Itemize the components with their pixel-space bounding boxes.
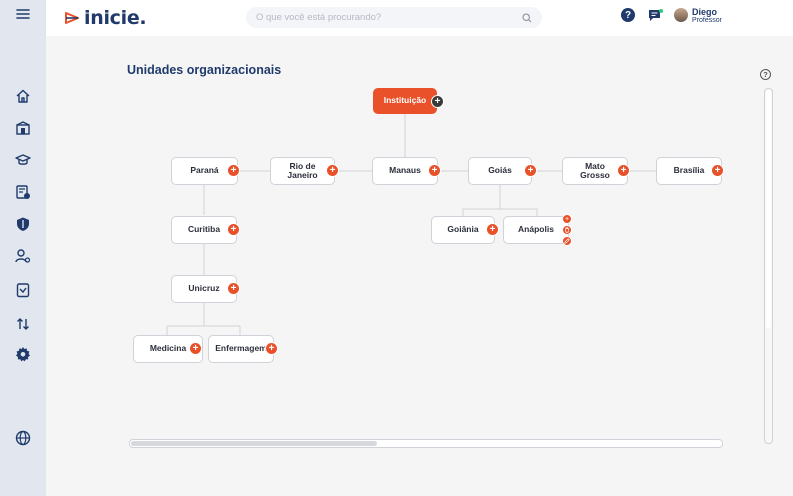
add-unit-button[interactable]: + [486, 223, 499, 236]
trash-icon [565, 227, 569, 233]
school-icon[interactable] [13, 118, 33, 138]
add-unit-button[interactable]: + [562, 214, 572, 224]
edit-icon [564, 238, 570, 244]
logo[interactable]: inicie. [64, 6, 147, 30]
tree-node-anapolis[interactable]: Anápolis [503, 216, 569, 244]
horizontal-scrollbar[interactable] [129, 439, 723, 448]
edit-unit-icon[interactable] [562, 236, 572, 246]
tree-node-label: Mato Grosso [580, 160, 610, 180]
calendar-settings-icon[interactable] [13, 182, 33, 202]
shield-icon[interactable] [13, 214, 33, 234]
topbar: inicie. ? Diego Professor [46, 0, 793, 36]
horizontal-scroll-thumb[interactable] [131, 441, 377, 446]
add-unit-button[interactable]: + [265, 342, 278, 355]
tree-node-label: Rio de Janeiro [287, 160, 318, 180]
user-name[interactable]: Diego [692, 7, 717, 17]
avatar[interactable] [674, 8, 688, 22]
search-input[interactable] [256, 12, 522, 23]
document-icon[interactable] [13, 280, 33, 300]
add-unit-button[interactable]: + [524, 164, 537, 177]
tree-node-label: Instituição [383, 95, 427, 106]
add-unit-button[interactable]: + [227, 164, 240, 177]
help-circle-icon[interactable]: ? [760, 69, 771, 80]
delete-unit-icon[interactable] [562, 225, 572, 235]
search-icon[interactable] [522, 12, 532, 23]
add-unit-button[interactable]: + [227, 223, 240, 236]
gear-icon[interactable] [13, 344, 33, 364]
tree-node-label: Goiânia [447, 224, 479, 235]
sort-arrows-icon[interactable] [13, 314, 33, 334]
vertical-scroll-thumb[interactable] [766, 90, 771, 328]
add-unit-button[interactable]: + [428, 164, 441, 177]
tree-node-root[interactable]: Instituição [373, 88, 437, 114]
tree-node-label: Medicina [149, 343, 187, 354]
add-unit-button[interactable]: + [227, 282, 240, 295]
add-unit-button[interactable]: + [617, 164, 630, 177]
logo-text: inicie. [84, 7, 147, 29]
tree-node-label: Paraná [190, 165, 219, 176]
home-icon[interactable] [13, 86, 33, 106]
chat-notification-icon[interactable] [648, 9, 663, 22]
search-bar [246, 7, 542, 28]
tree-node-label: Manaus [389, 165, 421, 176]
add-unit-button[interactable]: + [189, 342, 202, 355]
tree-node-label: Curitiba [187, 224, 221, 235]
tree-node-label: Brasília [673, 165, 705, 176]
user-role: Professor [692, 17, 722, 24]
add-unit-button[interactable]: + [711, 164, 724, 177]
tree-node-label: Enfermagem [215, 343, 267, 354]
user-settings-icon[interactable] [13, 246, 33, 266]
menu-icon[interactable] [13, 4, 33, 24]
sidebar [0, 0, 46, 496]
graduation-cap-icon[interactable] [13, 150, 33, 170]
vertical-scrollbar[interactable] [764, 88, 773, 444]
tree-node-goias[interactable]: Goiás [468, 157, 532, 185]
add-unit-button[interactable]: + [431, 95, 444, 108]
logo-mark-icon [65, 12, 79, 24]
add-unit-button[interactable]: + [326, 164, 339, 177]
tree-node-label: Goiás [488, 165, 512, 176]
page-title: Unidades organizacionais [127, 63, 282, 77]
tree-node-label: Anápolis [518, 224, 554, 235]
tree-node-label: Unicruz [188, 283, 220, 294]
help-icon[interactable]: ? [621, 8, 635, 22]
globe-icon[interactable] [13, 428, 33, 448]
